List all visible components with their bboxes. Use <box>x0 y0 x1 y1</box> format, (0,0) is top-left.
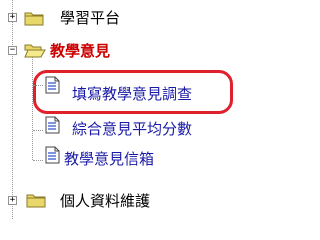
document-icon <box>45 76 60 94</box>
tree-line <box>33 130 43 131</box>
document-icon <box>45 116 60 134</box>
tree-node-label[interactable]: 綜合意見平均分數 <box>72 120 192 138</box>
tree-line <box>33 85 43 86</box>
collapse-icon[interactable]: − <box>8 46 17 55</box>
folder-closed-icon <box>26 194 46 208</box>
tree-line <box>32 56 33 160</box>
tree-line <box>33 160 43 161</box>
tree-node-label[interactable]: 個人資料維護 <box>60 192 150 210</box>
tree-line <box>12 0 13 219</box>
expand-icon[interactable]: + <box>8 13 17 22</box>
tree-node-label[interactable]: 填寫教學意見調查 <box>72 85 192 103</box>
tree-node-label[interactable]: 學習平台 <box>60 9 120 27</box>
folder-closed-icon <box>24 12 44 26</box>
tree-node-label[interactable]: 教學意見信箱 <box>64 150 154 168</box>
expand-icon[interactable]: + <box>8 196 17 205</box>
tree-node-label[interactable]: 教學意見 <box>50 42 110 60</box>
document-icon <box>45 146 60 164</box>
folder-open-icon <box>24 44 46 58</box>
